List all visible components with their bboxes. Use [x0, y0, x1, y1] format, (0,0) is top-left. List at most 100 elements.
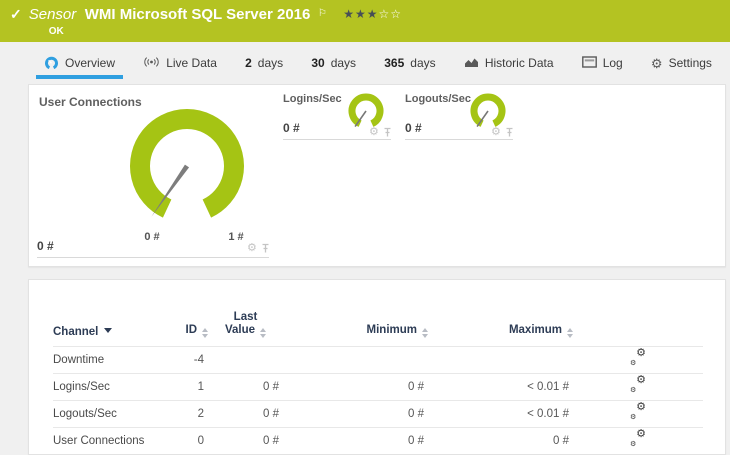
tab-30-days-number: 30 — [311, 56, 325, 70]
column-label: Maximum — [508, 323, 562, 336]
sort-desc-icon — [104, 327, 113, 333]
tab-log[interactable]: Log — [574, 42, 631, 84]
channel-maximum — [428, 346, 573, 374]
table-header-row: Channel ID Last Value Minimum Maximum — [53, 280, 703, 347]
stars-empty[interactable]: ☆☆ — [379, 7, 403, 21]
sort-arrows-icon — [202, 327, 208, 338]
gauge-settings-icon[interactable]: ⚙ — [369, 127, 379, 138]
tab-settings[interactable]: ⚙ Settings — [643, 42, 720, 84]
channel-table: Channel ID Last Value Minimum Maximum Do… — [53, 280, 703, 454]
gear-icon: ⚙ — [650, 55, 663, 71]
channel-maximum: < 0.01 # — [428, 400, 573, 428]
gauges-panel: User Connections 0 # 1 # 0 # ⚙ Logins/Se… — [28, 84, 726, 267]
column-header-channel[interactable]: Channel — [53, 280, 178, 347]
channel-minimum — [283, 346, 428, 374]
table-row-logouts-sec[interactable]: Logouts/Sec 2 0 # 0 # < 0.01 # ⚙ ⚙ — [53, 400, 703, 428]
logins-gauge-title: Logins/Sec — [283, 93, 342, 105]
sort-arrows-icon — [422, 327, 428, 338]
main-gauge-scale-max: 1 # — [228, 231, 244, 243]
channel-last-value: 0 # — [208, 373, 283, 401]
column-label: Last Value — [224, 310, 258, 336]
column-header-actions — [573, 280, 703, 347]
priority-stars[interactable]: ★★★☆☆ — [343, 7, 402, 21]
stars-filled[interactable]: ★★★ — [343, 7, 378, 21]
channel-name[interactable]: User Connections — [53, 427, 178, 454]
sensor-status-text: OK — [48, 26, 64, 37]
logins-gauge-value: 0 # — [283, 121, 300, 135]
gauge-settings-icon[interactable]: ⚙ — [491, 127, 501, 138]
tab-historic-data[interactable]: Historic Data — [456, 42, 562, 84]
table-row-user-connections[interactable]: User Connections 0 0 # 0 # 0 # ⚙ ⚙ — [53, 427, 703, 454]
logouts-gauge-title: Logouts/Sec — [405, 93, 472, 105]
tab-overview[interactable]: Overview — [36, 42, 124, 84]
logins-gauge — [348, 93, 384, 128]
tab-30-days[interactable]: 30 days — [303, 42, 364, 84]
column-label: Minimum — [366, 323, 417, 336]
divider — [405, 139, 513, 140]
status-check-icon: ✓ — [10, 6, 22, 22]
sensor-title: WMI Microsoft SQL Server 2016 — [84, 6, 311, 23]
tab-live-data[interactable]: Live Data — [135, 42, 225, 84]
channel-last-value: 0 # — [208, 400, 283, 428]
user-connections-gauge — [130, 109, 244, 218]
sensor-kind-label: Sensor — [28, 6, 77, 23]
column-header-minimum[interactable]: Minimum — [283, 280, 428, 347]
table-row-logins-sec[interactable]: Logins/Sec 1 0 # 0 # < 0.01 # ⚙ ⚙ — [53, 373, 703, 401]
channel-maximum: < 0.01 # — [428, 373, 573, 401]
channel-minimum: 0 # — [283, 373, 428, 401]
channel-last-value: 0 # — [208, 427, 283, 454]
tab-log-label: Log — [602, 56, 623, 70]
pin-icon[interactable] — [505, 127, 514, 138]
sensor-status-bar: ✓ Sensor WMI Microsoft SQL Server 2016 ⚐… — [0, 0, 730, 42]
channel-name[interactable]: Logouts/Sec — [53, 400, 178, 428]
pin-icon[interactable] — [261, 243, 270, 254]
sensor-title-block: Sensor WMI Microsoft SQL Server 2016 ⚐ ★… — [29, 5, 402, 37]
channel-id: -4 — [178, 346, 208, 374]
logouts-gauge-value: 0 # — [405, 121, 422, 135]
logouts-gauge — [470, 93, 506, 128]
tab-365-days-label: days — [410, 56, 436, 70]
channel-settings-icon[interactable]: ⚙ ⚙ — [630, 402, 646, 422]
main-gauge-value: 0 # — [37, 239, 54, 253]
tab-2-days-label: days — [257, 56, 284, 70]
gauge-icon — [44, 56, 59, 71]
divider — [283, 139, 391, 140]
gauge-settings-icon[interactable]: ⚙ — [247, 243, 257, 254]
table-row-downtime[interactable]: Downtime -4 ⚙ ⚙ — [53, 346, 703, 374]
channel-name[interactable]: Logins/Sec — [53, 373, 178, 401]
log-window-icon — [581, 56, 597, 70]
channel-id: 0 — [178, 427, 208, 454]
column-header-maximum[interactable]: Maximum — [428, 280, 573, 347]
sensor-tabbar: Overview Live Data 2 days 30 days 365 da… — [0, 42, 730, 84]
tab-30-days-label: days — [330, 56, 357, 70]
column-label: Channel — [53, 325, 99, 338]
area-chart-icon — [464, 56, 479, 70]
tab-historic-data-label: Historic Data — [484, 56, 554, 70]
tab-2-days[interactable]: 2 days — [237, 42, 291, 84]
channel-settings-icon[interactable]: ⚙ ⚙ — [630, 375, 646, 395]
tab-live-data-label: Live Data — [166, 56, 217, 70]
flag-icon[interactable]: ⚐ — [318, 8, 327, 19]
tab-settings-label: Settings — [668, 56, 712, 70]
channel-minimum: 0 # — [283, 400, 428, 428]
channels-panel: Channel ID Last Value Minimum Maximum Do… — [28, 279, 726, 455]
channel-name[interactable]: Downtime — [53, 346, 178, 374]
column-label: ID — [185, 323, 198, 336]
channel-id: 2 — [178, 400, 208, 428]
channel-maximum: 0 # — [428, 427, 573, 454]
column-header-last-value[interactable]: Last Value — [208, 280, 283, 347]
tab-365-days-number: 365 — [384, 56, 405, 70]
divider — [37, 257, 269, 258]
sort-arrows-icon — [260, 327, 267, 338]
tab-overview-label: Overview — [65, 56, 116, 70]
column-header-id[interactable]: ID — [178, 280, 208, 347]
broadcast-icon — [143, 56, 160, 70]
tab-365-days[interactable]: 365 days — [376, 42, 443, 84]
tab-2-days-number: 2 — [245, 56, 252, 70]
channel-settings-icon[interactable]: ⚙ ⚙ — [630, 348, 646, 368]
channel-minimum: 0 # — [283, 427, 428, 454]
pin-icon[interactable] — [383, 127, 392, 138]
sort-arrows-icon — [567, 327, 573, 338]
channel-last-value — [208, 346, 283, 374]
channel-settings-icon[interactable]: ⚙ ⚙ — [630, 429, 646, 449]
